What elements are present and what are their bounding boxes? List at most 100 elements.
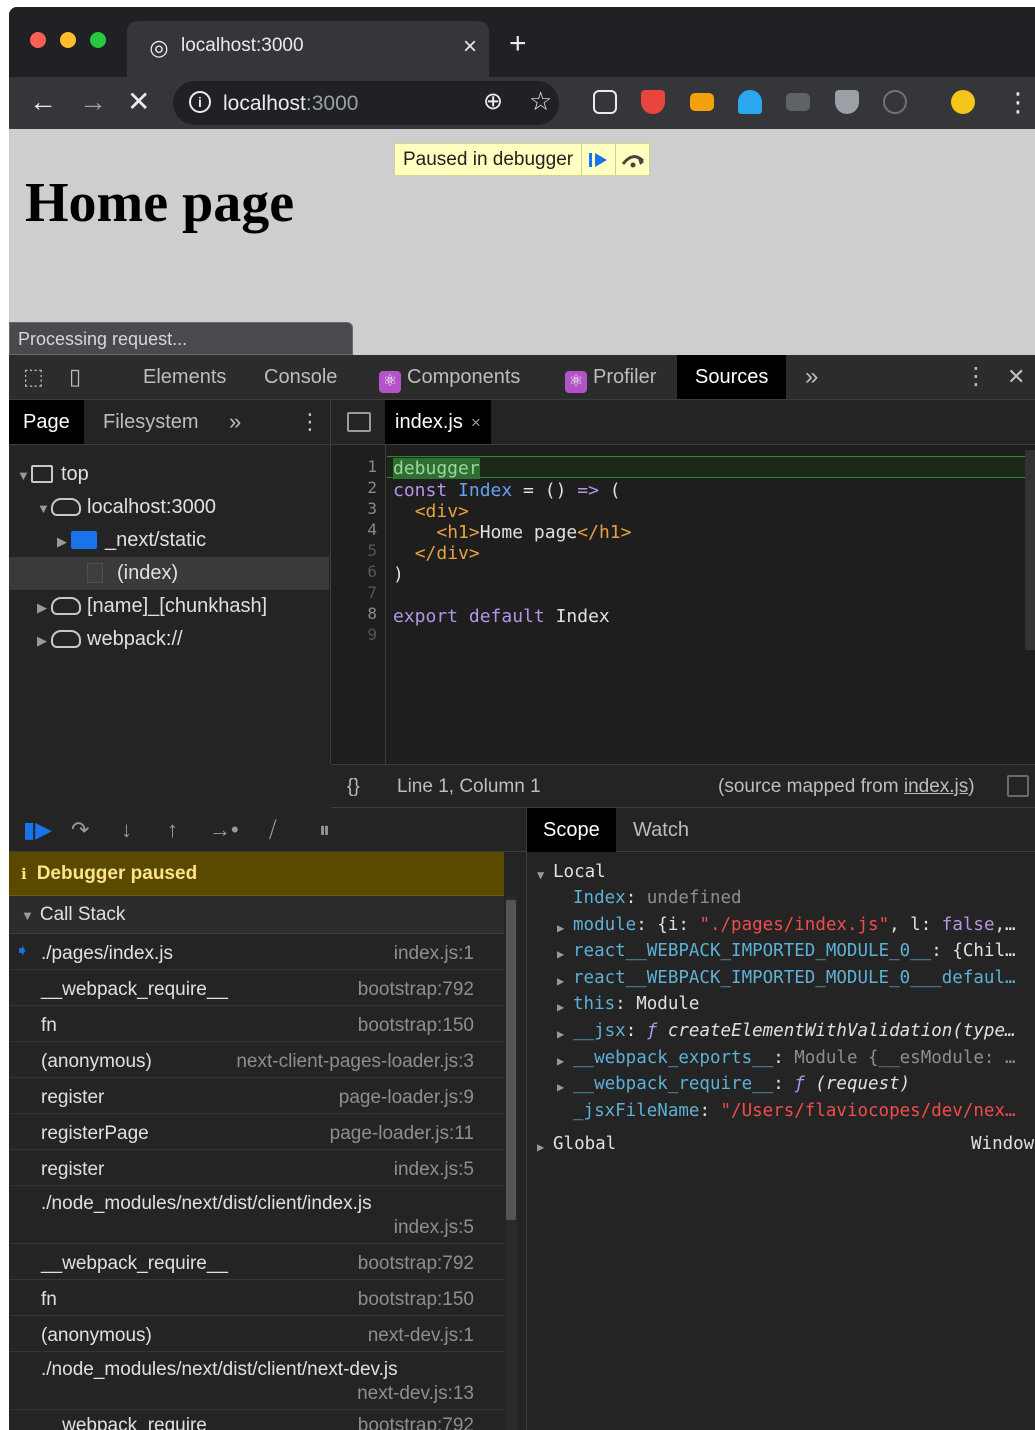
editor-file-tab[interactable]: index.js × bbox=[385, 400, 491, 444]
browser-menu-icon[interactable]: ⋮ bbox=[1005, 87, 1031, 118]
callstack-frame[interactable]: registerPage page-loader.js:11 bbox=[9, 1114, 504, 1150]
url-text[interactable]: localhost:3000 bbox=[223, 92, 358, 116]
step-out-icon[interactable]: ↑ bbox=[167, 817, 178, 843]
tab-sources[interactable]: Sources bbox=[677, 355, 787, 399]
tab-scope[interactable]: Scope bbox=[527, 808, 616, 852]
shield-icon[interactable] bbox=[641, 90, 665, 114]
callstack-frame[interactable]: ./node_modules/next/dist/client/index.js… bbox=[9, 1186, 504, 1244]
tree-item-webpack[interactable]: ▶ webpack:// bbox=[9, 623, 329, 656]
tab-profiler[interactable]: ⚛ Profiler bbox=[565, 355, 656, 399]
line-number[interactable]: 8 bbox=[367, 604, 377, 623]
scope-var-exports[interactable]: ▶ __webpack_exports__: Module {__esModule… bbox=[527, 1048, 1035, 1074]
line-number[interactable]: 6 bbox=[367, 562, 377, 581]
bookmark-star-icon[interactable]: ☆ bbox=[529, 86, 552, 117]
line-number[interactable]: 1 bbox=[367, 457, 377, 476]
line-number[interactable]: 5 bbox=[367, 541, 377, 560]
callstack-frame[interactable]: fn bootstrap:150 bbox=[9, 1006, 504, 1042]
line-number[interactable]: 9 bbox=[367, 625, 377, 644]
forward-icon[interactable]: → bbox=[79, 86, 107, 118]
navigator-more-icon[interactable]: » bbox=[229, 400, 241, 444]
callstack-frame[interactable]: __webpack_require__ bootstrap:792 bbox=[9, 1410, 504, 1430]
callstack-frame[interactable]: register page-loader.js:9 bbox=[9, 1078, 504, 1114]
callstack-frame[interactable]: register index.js:5 bbox=[9, 1150, 504, 1186]
source-mapped-link[interactable]: index.js bbox=[904, 776, 968, 797]
resume-icon[interactable]: ▮▶ bbox=[23, 817, 52, 843]
stop-loading-icon[interactable]: ✕ bbox=[127, 86, 150, 118]
navigator-tabs: Page Filesystem » ⋮ bbox=[9, 400, 330, 445]
line-number[interactable]: 4 bbox=[367, 520, 377, 539]
callstack-header[interactable]: ▼ Call Stack bbox=[9, 896, 504, 934]
zoom-icon[interactable]: ⊕ bbox=[483, 87, 503, 116]
toggle-navigator-icon[interactable] bbox=[347, 412, 371, 432]
step-into-icon[interactable]: ↓ bbox=[121, 817, 132, 843]
new-tab-button[interactable]: + bbox=[509, 29, 527, 59]
reader-icon[interactable] bbox=[786, 93, 810, 111]
scope-var-this[interactable]: ▶ this: Module bbox=[527, 994, 1035, 1020]
line-number[interactable]: 2 bbox=[367, 478, 377, 497]
minimize-window-button[interactable] bbox=[60, 32, 76, 48]
ublock-icon[interactable] bbox=[835, 90, 859, 114]
scope-var-module[interactable]: ▶ module: {i: "./pages/index.js", l: fals… bbox=[527, 915, 1035, 941]
maximize-window-button[interactable] bbox=[90, 32, 106, 48]
smiley-icon[interactable] bbox=[951, 90, 975, 114]
tree-item-chunkhash[interactable]: ▶ [name]_[chunkhash] bbox=[9, 590, 329, 623]
scope-local-header[interactable]: ▼ Local bbox=[527, 862, 1035, 888]
callstack-frame[interactable]: __webpack_require__ bootstrap:792 bbox=[9, 970, 504, 1006]
inspect-element-icon[interactable]: ⬚ bbox=[23, 355, 44, 399]
resume-button[interactable] bbox=[581, 144, 615, 175]
scope-var-react0[interactable]: ▶ react__WEBPACK_IMPORTED_MODULE_0__: {Ch… bbox=[527, 941, 1035, 967]
source-mapped-suffix: ) bbox=[968, 776, 975, 797]
step-over-icon[interactable]: ↷ bbox=[71, 817, 89, 843]
callstack-frame[interactable]: fn bootstrap:150 bbox=[9, 1280, 504, 1316]
tree-item-localhost[interactable]: ▼ localhost:3000 bbox=[9, 491, 329, 524]
callstack-frame[interactable]: (anonymous) next-dev.js:1 bbox=[9, 1316, 504, 1352]
scope-var-index[interactable]: Index: undefined bbox=[527, 888, 1035, 914]
browser-tab[interactable]: ◎ localhost:3000 × bbox=[127, 21, 489, 77]
callstack-scrollbar[interactable] bbox=[505, 896, 517, 1430]
info-circle-icon[interactable] bbox=[883, 90, 907, 114]
tab-components[interactable]: ⚛ Components bbox=[379, 355, 520, 399]
scope-var-jsxfilename[interactable]: _jsxFileName: "/Users/flaviocopes/dev/ne… bbox=[527, 1101, 1035, 1127]
callstack-frame[interactable]: ./node_modules/next/dist/client/next-dev… bbox=[9, 1352, 504, 1410]
devtools-close-icon[interactable]: ✕ bbox=[1007, 355, 1025, 399]
toggle-debugger-sidebar-icon[interactable] bbox=[1007, 775, 1029, 797]
code-editor: index.js × 1 2 3 4 5 6 7 8 9 debugger con… bbox=[331, 400, 1035, 764]
scope-var-jsx[interactable]: ▶ __jsx: ƒ createElementWithValidation(ty… bbox=[527, 1021, 1035, 1047]
callstack-frame[interactable]: (anonymous) next-client-pages-loader.js:3 bbox=[9, 1042, 504, 1078]
line-number[interactable]: 3 bbox=[367, 499, 377, 518]
line-number[interactable]: 7 bbox=[367, 583, 377, 602]
pause-on-exceptions-icon[interactable]: ⏸ bbox=[319, 817, 330, 843]
site-info-icon[interactable]: i bbox=[189, 91, 211, 113]
address-bar[interactable]: i localhost:3000 ⊕ ☆ bbox=[173, 81, 559, 125]
tab-filesystem[interactable]: Filesystem bbox=[103, 400, 199, 444]
tree-item-top[interactable]: ▼ top bbox=[9, 458, 329, 491]
devtools-menu-icon[interactable]: ⋮ bbox=[964, 355, 988, 399]
scope-var-require[interactable]: ▶ __webpack_require__: ƒ (request) bbox=[527, 1074, 1035, 1100]
scope-var-react0-default[interactable]: ▶ react__WEBPACK_IMPORTED_MODULE_0___defa… bbox=[527, 968, 1035, 994]
scrollbar-thumb[interactable] bbox=[506, 900, 516, 1220]
step-icon[interactable]: →• bbox=[209, 817, 239, 843]
callstack-frame[interactable]: ➧ ./pages/index.js index.js:1 bbox=[9, 934, 504, 970]
close-window-button[interactable] bbox=[30, 32, 46, 48]
tree-item-index[interactable]: (index) bbox=[9, 557, 329, 590]
tab-close-button[interactable]: × bbox=[463, 33, 477, 61]
editor-scrollbar[interactable] bbox=[1025, 450, 1035, 650]
tab-watch[interactable]: Watch bbox=[633, 808, 689, 852]
ghost-icon[interactable] bbox=[738, 90, 762, 114]
device-toolbar-icon[interactable]: ▯ bbox=[69, 355, 81, 399]
tree-item-next-static[interactable]: ▶ _next/static bbox=[9, 524, 329, 557]
scope-global-header[interactable]: ▶ Global Window bbox=[527, 1134, 1035, 1160]
more-tabs-icon[interactable]: » bbox=[805, 355, 818, 399]
tab-page[interactable]: Page bbox=[9, 400, 84, 444]
back-icon[interactable]: ← bbox=[29, 86, 57, 118]
pretty-print-button[interactable]: {} bbox=[347, 776, 360, 798]
callstack-frame[interactable]: __webpack_require__ bootstrap:792 bbox=[9, 1244, 504, 1280]
tab-elements[interactable]: Elements bbox=[143, 355, 226, 399]
deactivate-breakpoints-icon[interactable]: ⧸ bbox=[269, 817, 276, 843]
folder-icon[interactable] bbox=[690, 93, 714, 111]
editor-file-close[interactable]: × bbox=[471, 413, 481, 432]
step-over-button[interactable] bbox=[615, 144, 649, 175]
tab-console[interactable]: Console bbox=[264, 355, 337, 399]
pocket-icon[interactable] bbox=[593, 90, 617, 114]
navigator-menu-icon[interactable]: ⋮ bbox=[299, 400, 321, 444]
